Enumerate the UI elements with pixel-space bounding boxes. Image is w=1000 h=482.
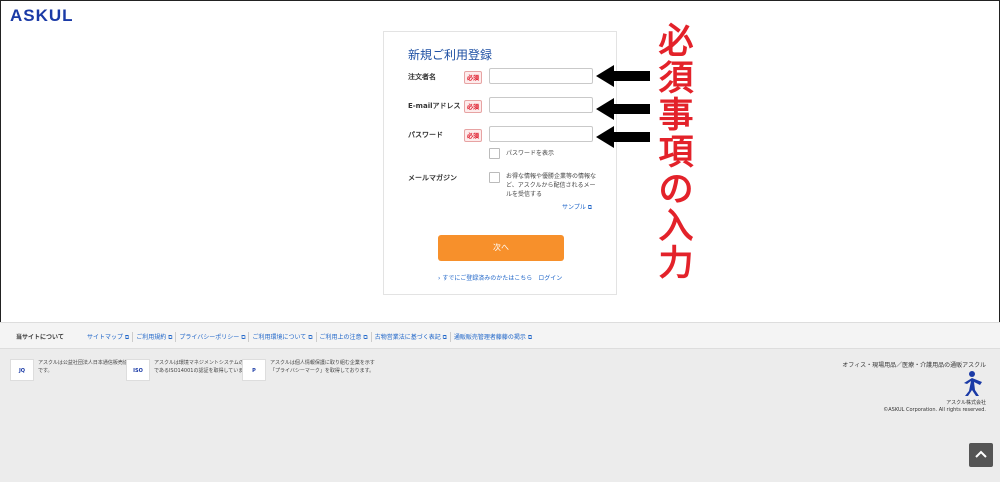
footer-tagline: オフィス・現場用品／医療・介護用品の通販アスクル: [842, 362, 986, 369]
iso-logo: ISO: [126, 359, 150, 381]
password-input[interactable]: [489, 126, 593, 142]
login-link-text: すでにご登録済みのかたはこちら ログイン: [442, 275, 563, 282]
arrow-left-icon: [596, 65, 650, 87]
askul-mascot-icon: [964, 371, 982, 396]
nav-link-sitemap[interactable]: サイトマップ ⧉: [84, 332, 132, 342]
nav-links: サイトマップ ⧉ ご利用規約 ⧉ プライバシーポリシー ⧉ ご利用環境について …: [84, 332, 535, 342]
copyright: ©ASKUL Corporation. All rights reserved.: [883, 407, 986, 413]
privacy-mark-logo: P: [242, 359, 266, 381]
password-label: パスワード: [408, 131, 443, 139]
show-password-label: パスワードを表示: [506, 150, 555, 157]
mail-magazine-text: お得な情報や優勝企業等の情報など、アスクルから配信されるメールを受信する: [506, 173, 597, 198]
sample-link[interactable]: サンプル ⧉: [562, 202, 592, 212]
back-to-top-button[interactable]: [969, 443, 993, 467]
email-input[interactable]: [489, 97, 593, 113]
annotation-char: の: [658, 170, 694, 210]
show-password-checkbox[interactable]: [489, 148, 500, 159]
mail-magazine-label: メールマガジン: [408, 174, 457, 182]
askul-logo[interactable]: ASKUL: [10, 6, 74, 26]
nav-title: 当サイトについて: [16, 334, 64, 341]
cert-privacy: P アスクルは個人情報保護に取り組む企業を示す「プライバシーマーク」を取得してお…: [242, 359, 380, 381]
annotation-char: 項: [658, 133, 694, 173]
mail-magazine-checkbox[interactable]: [489, 172, 500, 183]
orderer-name-input[interactable]: [489, 68, 593, 84]
form-title: 新規ご利用登録: [408, 48, 493, 62]
required-badge: 必須: [464, 100, 483, 113]
corp-name: アスクル株式会社: [946, 400, 986, 406]
required-badge: 必須: [464, 71, 483, 84]
registration-form: 新規ご利用登録 注文者名 必須 E-mailアドレス 必須 パスワード 必須 パ…: [383, 31, 617, 295]
email-label: E-mailアドレス: [408, 102, 461, 110]
next-button[interactable]: 次へ: [438, 235, 564, 261]
nav-link-environment[interactable]: ご利用環境について ⧉: [248, 332, 315, 342]
login-link[interactable]: › すでにご登録済みのかたはこちら ログイン: [438, 273, 562, 282]
annotation-char: 力: [658, 244, 694, 284]
annotation-char: 須: [658, 59, 694, 99]
required-annotation: 必 須 事 項 の 入 力: [656, 24, 696, 283]
nav-link-privacy[interactable]: プライバシーポリシー ⧉: [175, 332, 248, 342]
annotation-char: 入: [658, 207, 694, 247]
nav-link-notes[interactable]: ご利用上の注意 ⧉: [315, 332, 371, 342]
footer-nav: 当サイトについて サイトマップ ⧉ ご利用規約 ⧉ プライバシーポリシー ⧉ ご…: [0, 322, 1000, 349]
annotation-char: 必: [658, 22, 694, 62]
nav-link-manager[interactable]: 通販販売管理者藤藤の掲示 ⧉: [449, 332, 535, 342]
nav-link-antique[interactable]: 古物営業法に基づく表記 ⧉: [370, 332, 450, 342]
footer: JQ アスクルは公益社団法人日本通信販売協会の会員です。 ISO アスクルは環境…: [0, 349, 1000, 482]
arrow-left-icon: [596, 126, 650, 148]
annotation-char: 事: [658, 96, 694, 136]
nav-link-terms[interactable]: ご利用規約 ⧉: [132, 332, 175, 342]
chevron-up-icon: [975, 450, 987, 458]
corp-info: アスクル株式会社 ©ASKUL Corporation. All rights …: [883, 400, 986, 414]
orderer-name-label: 注文者名: [408, 73, 436, 81]
arrow-left-icon: [596, 98, 650, 120]
cert-text: アスクルは個人情報保護に取り組む企業を示す「プライバシーマーク」を取得しておりま…: [270, 360, 375, 374]
required-badge: 必須: [464, 129, 483, 142]
jadma-logo: JQ: [10, 359, 34, 381]
